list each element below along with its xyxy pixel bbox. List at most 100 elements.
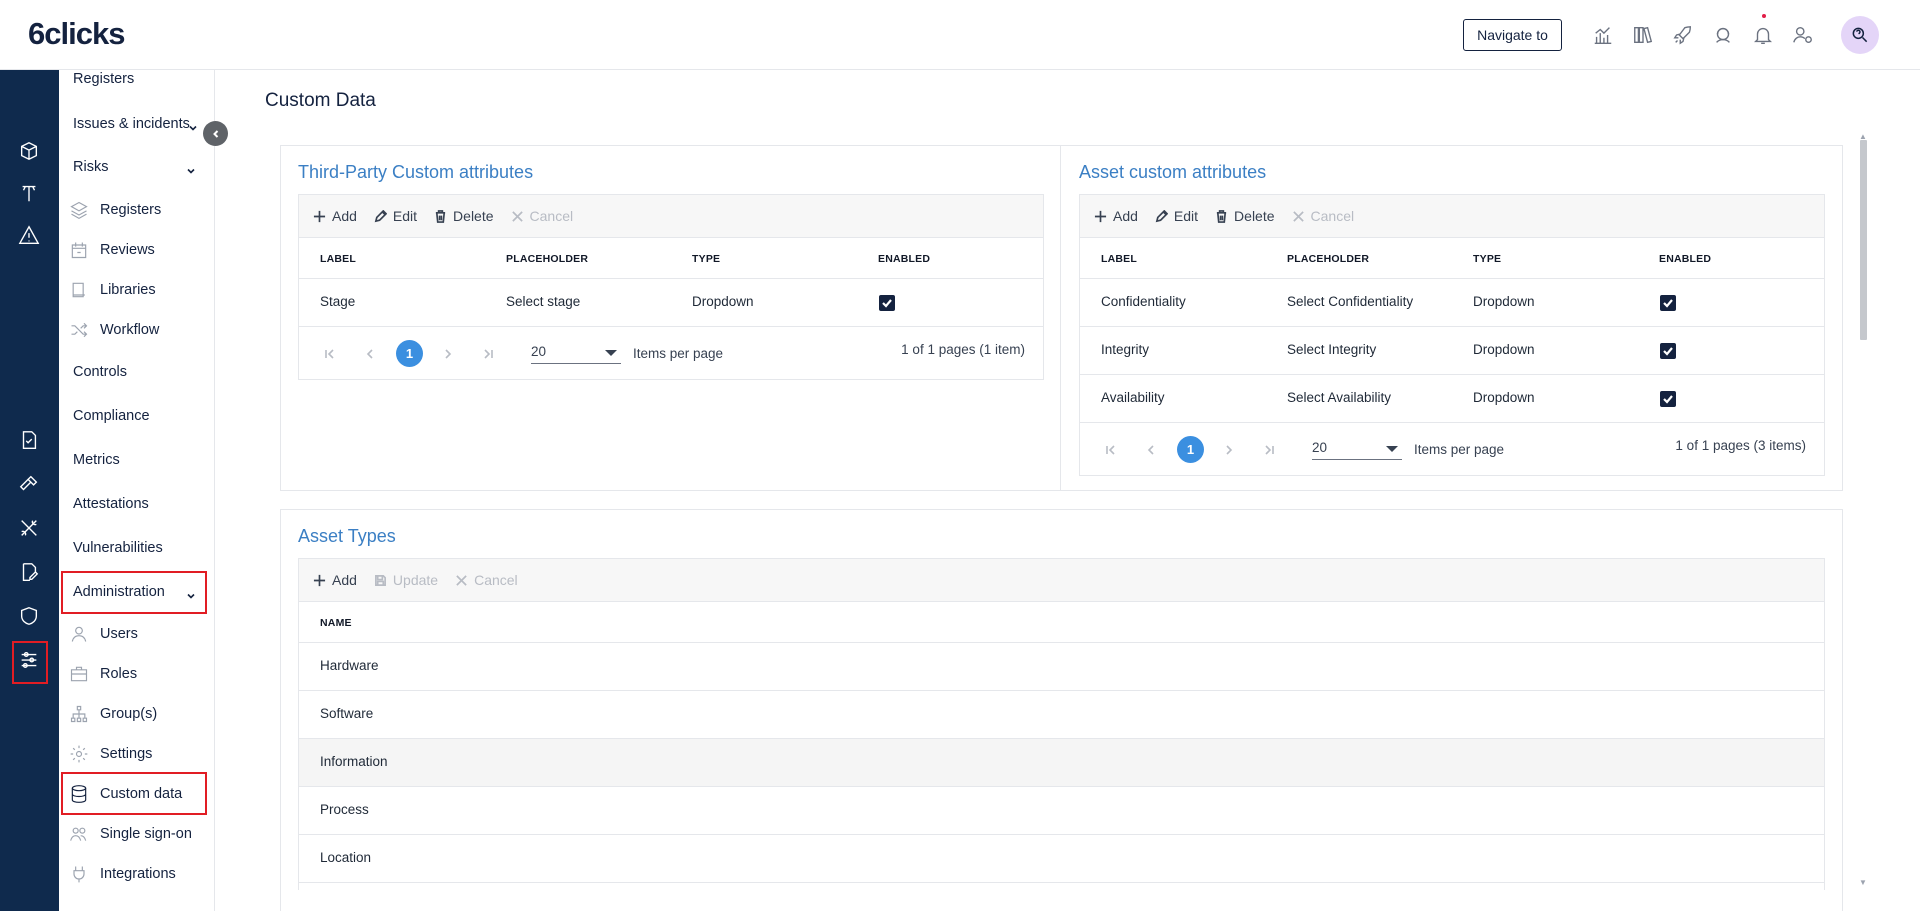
table-row[interactable]: Software (299, 691, 1824, 739)
first-page-icon[interactable] (1105, 443, 1117, 455)
plus-icon (1094, 210, 1107, 222)
column-header-name[interactable]: NAME (320, 617, 352, 629)
rail-administration-highlight (12, 641, 48, 684)
app-logo[interactable]: 6clicks (28, 16, 125, 52)
sidebar-item-groups[interactable]: Group(s) (69, 704, 157, 724)
close-icon (456, 574, 467, 586)
table-row[interactable]: Integrity Select Integrity Dropdown (1080, 327, 1824, 375)
cell-label: Availability (1101, 390, 1165, 405)
edit-button-label: Edit (1173, 208, 1199, 224)
column-header-enabled[interactable]: ENABLED (878, 253, 930, 265)
page-size-select[interactable]: 20 (1312, 440, 1402, 460)
column-header-label[interactable]: LABEL (1101, 253, 1137, 265)
notification-dot (1762, 14, 1766, 18)
column-header-type[interactable]: TYPE (692, 253, 720, 265)
sidebar-item-settings[interactable]: Settings (69, 744, 152, 764)
prev-page-icon[interactable] (364, 347, 376, 359)
sidebar-item-controls[interactable]: Controls (73, 364, 127, 380)
tools-icon[interactable] (16, 471, 42, 497)
warning-icon[interactable] (16, 222, 42, 248)
column-header-type[interactable]: TYPE (1473, 253, 1501, 265)
sidebar-item-users[interactable]: Users (69, 624, 138, 644)
page-size-value: 20 (1312, 440, 1328, 455)
enabled-checkbox[interactable] (879, 295, 895, 311)
sidebar-item-roles[interactable]: Roles (69, 664, 137, 684)
vertical-scrollbar-thumb[interactable] (1860, 140, 1867, 340)
trash-icon (435, 209, 446, 223)
bell-icon[interactable] (1743, 14, 1783, 50)
last-page-icon[interactable] (1263, 443, 1275, 455)
cancel-button[interactable]: Cancel (511, 208, 573, 224)
navigate-to-button[interactable]: Navigate to (1463, 19, 1562, 51)
chevron-down-icon[interactable] (186, 163, 196, 174)
sidebar-item-reviews[interactable]: Reviews (69, 240, 155, 260)
third-party-attributes-title: Third-Party Custom attributes (298, 162, 534, 182)
sidebar-item-attestations[interactable]: Attestations (73, 496, 149, 512)
prev-page-icon[interactable] (1145, 443, 1157, 455)
dashboard-chart-icon[interactable] (1583, 20, 1623, 50)
sidebar-item-label: Single sign-on (100, 826, 192, 842)
table-row[interactable]: Hardware (299, 643, 1824, 691)
sidebar-item-vulnerabilities[interactable]: Vulnerabilities (73, 540, 163, 556)
enabled-checkbox[interactable] (1660, 343, 1676, 359)
sidebar-item-risk-registers[interactable]: Registers (69, 200, 161, 220)
sidebar-item-libraries[interactable]: Libraries (69, 280, 156, 300)
enabled-checkbox[interactable] (1660, 391, 1676, 407)
table-row[interactable]: Process (299, 787, 1824, 835)
library-icon[interactable] (1623, 20, 1663, 50)
user-avatar[interactable] (1841, 16, 1879, 54)
sidebar-item-compliance[interactable]: Compliance (73, 408, 150, 424)
wrench-cross-icon[interactable] (16, 515, 42, 541)
registers-box-icon[interactable] (16, 138, 42, 164)
column-header-placeholder[interactable]: PLACEHOLDER (506, 253, 588, 265)
sidebar-collapse-button[interactable] (203, 121, 228, 146)
column-header-label[interactable]: LABEL (320, 253, 356, 265)
add-button[interactable]: Add (313, 208, 357, 224)
signature-icon[interactable] (16, 559, 42, 585)
enabled-checkbox[interactable] (1660, 295, 1676, 311)
shield-icon[interactable] (16, 603, 42, 629)
gear-icon (70, 745, 88, 763)
edit-button[interactable]: Edit (1155, 208, 1198, 224)
table-row[interactable]: Confidentiality Select Confidentiality D… (1080, 279, 1824, 327)
column-header-enabled[interactable]: ENABLED (1659, 253, 1711, 265)
user-settings-icon[interactable] (1783, 20, 1823, 50)
sidebar-item-workflow[interactable]: Workflow (69, 320, 159, 340)
sidebar-item-single-sign-on[interactable]: Single sign-on (69, 824, 192, 844)
close-icon (511, 210, 523, 222)
cell-type: Dropdown (1473, 294, 1535, 309)
sidebar-item-risks[interactable]: Risks (73, 159, 108, 175)
add-button[interactable]: Add (1094, 208, 1138, 224)
edit-button[interactable]: Edit (374, 208, 417, 224)
delete-button[interactable]: Delete (1215, 208, 1275, 224)
page-size-select[interactable]: 20 (531, 344, 621, 364)
column-header-placeholder[interactable]: PLACEHOLDER (1287, 253, 1369, 265)
delete-button-label: Delete (1234, 208, 1275, 224)
scroll-down-arrow[interactable]: ▼ (1859, 878, 1867, 887)
page-number-button[interactable]: 1 (396, 340, 423, 367)
sidebar-item-metrics[interactable]: Metrics (73, 452, 120, 468)
checklist-icon[interactable] (16, 427, 42, 453)
update-button[interactable]: Update (374, 572, 438, 588)
tower-icon[interactable] (16, 180, 42, 206)
cancel-button[interactable]: Cancel (455, 572, 518, 588)
table-row[interactable]: Availability Select Availability Dropdow… (1080, 375, 1824, 423)
next-page-icon[interactable] (442, 347, 454, 359)
sidebar-item-integrations[interactable]: Integrations (69, 864, 176, 884)
support-agent-icon[interactable] (1703, 20, 1743, 50)
table-row[interactable]: Information (299, 739, 1824, 787)
table-row[interactable]: Location (299, 835, 1824, 883)
table-row[interactable]: Stage Select stage Dropdown (299, 279, 1043, 327)
cancel-button[interactable]: Cancel (1292, 208, 1354, 224)
first-page-icon[interactable] (324, 347, 336, 359)
last-page-icon[interactable] (482, 347, 494, 359)
rocket-icon[interactable] (1663, 20, 1703, 50)
sidebar-item-registers[interactable]: Registers (73, 71, 134, 87)
sidebar-item-issues-incidents[interactable]: Issues & incidents (73, 116, 190, 132)
add-button[interactable]: Add (313, 572, 357, 588)
page-number-button[interactable]: 1 (1177, 436, 1204, 463)
top-bar: 6clicks Navigate to (0, 0, 1920, 70)
delete-button[interactable]: Delete (434, 208, 494, 224)
next-page-icon[interactable] (1223, 443, 1235, 455)
chevron-down-icon[interactable] (188, 120, 198, 131)
